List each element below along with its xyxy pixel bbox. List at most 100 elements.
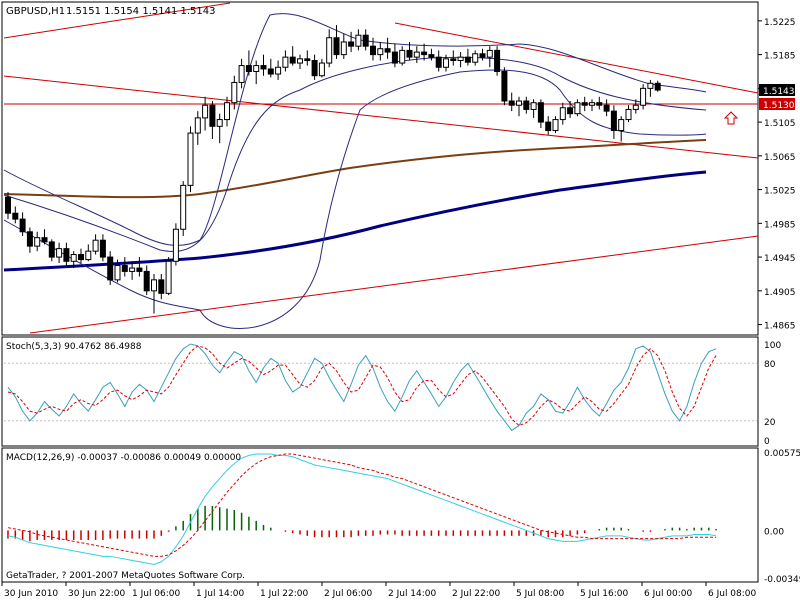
ma-brown-line: [3, 139, 707, 199]
candle: [78, 248, 84, 263]
candle-body: [297, 58, 303, 64]
candle-body: [224, 102, 230, 121]
candle: [516, 96, 522, 117]
candle-body: [12, 212, 19, 220]
candle-body: [136, 267, 143, 272]
candle: [41, 229, 48, 245]
candle-body: [362, 34, 369, 47]
candle-body: [399, 49, 406, 64]
candle: [289, 46, 296, 66]
candle: [618, 116, 625, 142]
candle-body: [56, 248, 63, 258]
candle-body: [333, 37, 340, 56]
chart-canvas[interactable]: 1.52251.51851.51451.51051.50651.50251.49…: [0, 0, 800, 600]
candle: [647, 79, 654, 97]
candle: [340, 33, 347, 59]
candle: [158, 273, 165, 300]
candle-body: [260, 65, 267, 70]
candle-body: [275, 66, 282, 75]
candle-body: [413, 51, 420, 58]
stoch-tick-label: 20: [764, 418, 776, 428]
price-tick-label: 1.5225: [764, 18, 796, 28]
candle-body: [99, 239, 106, 258]
stoch-tick-label: 100: [764, 341, 781, 351]
candle-body: [640, 87, 647, 106]
candle: [501, 67, 508, 106]
candle: [603, 99, 610, 117]
buy-arrow-icon: [723, 111, 739, 125]
candle: [318, 58, 325, 78]
candle: [275, 60, 282, 80]
candle: [282, 50, 289, 72]
candle: [486, 46, 493, 68]
candle: [450, 50, 457, 66]
candle-body: [209, 104, 216, 127]
candle: [391, 43, 398, 68]
time-tick-label: 2 Jul 14:00: [388, 589, 437, 599]
candle-body: [370, 45, 376, 56]
trendline-ascending: [29, 235, 759, 334]
candle-body: [421, 51, 428, 56]
candle: [596, 96, 603, 110]
candle-body: [107, 256, 114, 281]
candle-body: [377, 48, 384, 56]
candle-body: [253, 65, 260, 72]
candle-body: [355, 34, 362, 47]
price-tick-label: 1.4945: [764, 254, 796, 264]
candle-body: [537, 102, 544, 123]
candle: [355, 29, 362, 51]
candle: [304, 50, 311, 66]
candle: [34, 231, 41, 252]
time-tick-label: 2 Jul 06:00: [324, 589, 373, 599]
candlestick-series: [5, 25, 661, 314]
candle-body: [530, 102, 537, 110]
candle: [362, 29, 369, 51]
candle: [326, 29, 333, 68]
candle-body: [194, 117, 201, 134]
candle: [457, 52, 464, 68]
hline-price-label: 1.5130: [763, 101, 795, 111]
candle: [224, 96, 230, 127]
macd-title: MACD(12,26,9) -0.00037 -0.00086 0.00049 …: [6, 453, 241, 463]
candle-body: [472, 53, 479, 63]
stoch-signal-line: [7, 345, 717, 427]
candle-body: [114, 265, 121, 281]
candle-body: [216, 119, 223, 127]
price-tick-label: 1.5025: [764, 187, 796, 197]
price-tick-label: 1.4865: [764, 322, 796, 332]
candle-body: [581, 102, 588, 106]
candle-body: [552, 119, 559, 132]
candle-body: [384, 48, 391, 53]
candle-body: [41, 237, 48, 243]
candle: [479, 48, 486, 61]
candle-body: [282, 56, 289, 68]
candle-body: [340, 41, 347, 56]
candle-body: [618, 119, 625, 132]
candle: [253, 60, 260, 85]
candle: [589, 99, 595, 112]
candle-body: [443, 58, 449, 68]
time-tick-label: 2 Jul 22:00: [452, 589, 501, 599]
macd-tick-label: 0.00: [764, 527, 784, 537]
candle-body: [158, 279, 165, 294]
ma-navy-line: [3, 170, 707, 272]
candle-body: [34, 237, 41, 247]
candle: [377, 41, 384, 61]
candle-body: [129, 267, 136, 272]
candle-body: [596, 102, 603, 106]
candle: [552, 116, 559, 134]
candle: [85, 244, 92, 262]
price-tick-label: 1.5065: [764, 153, 796, 163]
time-tick-label: 1 Jul 06:00: [132, 589, 181, 599]
candle-body: [508, 100, 515, 106]
candle-body: [19, 218, 26, 233]
macd-series: [7, 453, 717, 566]
candle-body: [406, 49, 413, 58]
candle-body: [559, 107, 566, 121]
candle: [494, 46, 501, 76]
candle: [574, 99, 581, 117]
macd-tick-label: 0.00575: [764, 449, 800, 459]
candle-body: [165, 260, 172, 294]
candle-body: [632, 104, 639, 110]
candle-body: [78, 254, 84, 261]
